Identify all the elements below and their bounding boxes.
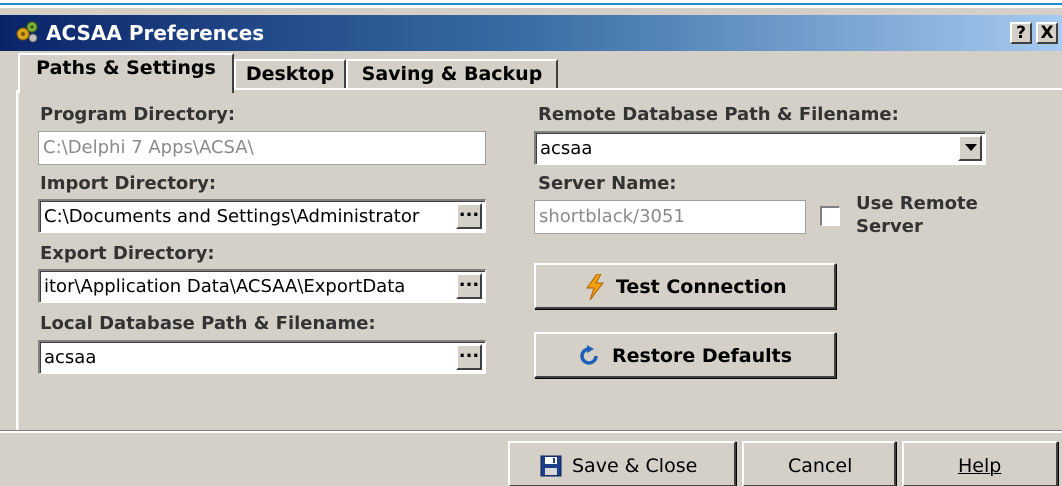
local-database-browse-button[interactable]: ... — [456, 343, 482, 370]
gear-cluster-icon — [14, 19, 40, 45]
cancel-label: Cancel — [788, 455, 853, 477]
import-directory-label: Import Directory: — [40, 173, 217, 194]
tab-paths-settings[interactable]: Paths & Settings — [18, 53, 234, 93]
tab-desktop[interactable]: Desktop — [234, 59, 346, 89]
cancel-button[interactable]: Cancel — [742, 441, 896, 486]
export-directory-label: Export Directory: — [40, 243, 215, 264]
close-caption-button[interactable]: X — [1036, 22, 1058, 44]
export-directory-value: itor\Application Data\ACSAA\ExportData — [44, 276, 406, 297]
dropdown-arrow-button[interactable] — [958, 135, 982, 161]
import-directory-field[interactable]: C:\Documents and Settings\Administrator … — [38, 199, 486, 233]
use-remote-server-checkbox[interactable] — [820, 206, 840, 226]
export-directory-field[interactable]: itor\Application Data\ACSAA\ExportData .… — [38, 269, 486, 303]
lightning-bolt-icon — [584, 273, 606, 304]
tab-saving-backup[interactable]: Saving & Backup — [346, 59, 558, 89]
title-bar[interactable]: ACSAA Preferences ? X — [0, 15, 1062, 51]
top-accent-line — [0, 0, 1062, 8]
floppy-disk-icon — [540, 455, 562, 481]
program-directory-label: Program Directory: — [40, 104, 236, 125]
chevron-down-icon — [965, 144, 977, 151]
restore-defaults-label: Restore Defaults — [612, 345, 793, 367]
remote-database-value: acsaa — [540, 138, 593, 159]
help-button[interactable]: Help — [902, 441, 1058, 486]
program-directory-field: C:\Delphi 7 Apps\ACSA\ — [38, 131, 486, 165]
local-database-label: Local Database Path & Filename: — [40, 313, 376, 334]
server-name-label: Server Name: — [538, 173, 677, 194]
tab-strip: Paths & Settings Desktop Saving & Backup — [0, 51, 1062, 93]
program-directory-value: C:\Delphi 7 Apps\ACSA\ — [43, 137, 254, 158]
test-connection-button[interactable]: Test Connection — [534, 263, 836, 309]
export-directory-browse-button[interactable]: ... — [456, 272, 482, 299]
remote-database-label: Remote Database Path & Filename: — [538, 104, 899, 125]
window-title: ACSAA Preferences — [46, 21, 265, 45]
restore-defaults-button[interactable]: Restore Defaults — [534, 332, 836, 378]
help-caption-button[interactable]: ? — [1010, 22, 1032, 44]
server-name-field: shortblack/3051 — [534, 200, 806, 234]
preferences-window: ACSAA Preferences ? X Paths & Settings D… — [0, 0, 1062, 486]
tab-panel-left-edge-inner — [18, 90, 19, 430]
server-name-value: shortblack/3051 — [539, 206, 685, 227]
save-close-button[interactable]: Save & Close — [508, 441, 736, 486]
test-connection-label: Test Connection — [616, 276, 787, 298]
footer-separator-highlight — [0, 431, 1062, 433]
refresh-arrow-icon — [578, 345, 600, 371]
help-label: Help — [958, 455, 1002, 477]
use-remote-server-label-line1: Use Remote — [856, 193, 978, 214]
use-remote-server-label-line2: Server — [856, 216, 923, 237]
remote-database-dropdown[interactable]: acsaa — [534, 131, 986, 165]
save-close-label: Save & Close — [572, 455, 698, 477]
local-database-value: acsaa — [44, 347, 97, 368]
import-directory-browse-button[interactable]: ... — [456, 202, 482, 229]
import-directory-value: C:\Documents and Settings\Administrator — [44, 206, 420, 227]
local-database-field[interactable]: acsaa ... — [38, 340, 486, 374]
